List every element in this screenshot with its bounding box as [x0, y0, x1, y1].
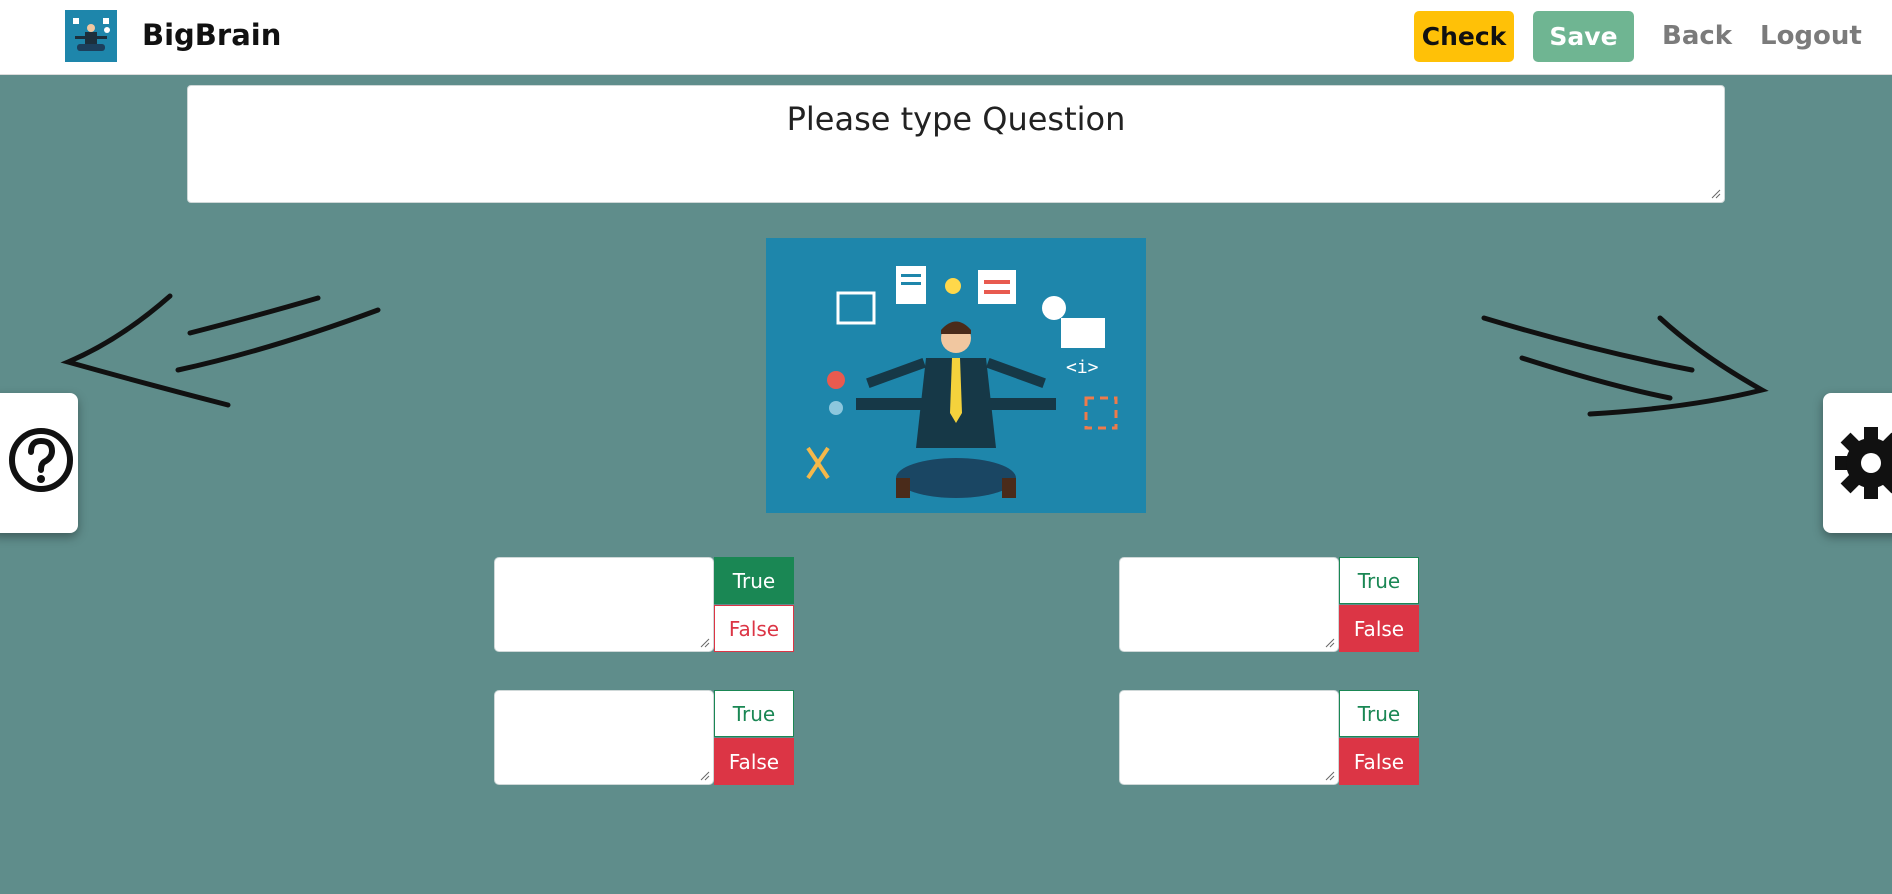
question-image: <i> — [766, 238, 1146, 513]
answer-2-true-button[interactable]: True — [1339, 557, 1419, 604]
settings-panel-button[interactable] — [1823, 393, 1892, 533]
brand-name[interactable]: BigBrain — [142, 15, 281, 55]
resize-grip-icon[interactable] — [700, 771, 710, 781]
answer-1-false-button[interactable]: False — [714, 605, 794, 652]
resize-grip-icon[interactable] — [700, 638, 710, 648]
back-link[interactable]: Back — [1662, 16, 1732, 56]
question-placeholder: Please type Question — [786, 100, 1126, 138]
resize-grip-icon[interactable] — [1325, 638, 1335, 648]
svg-text:<i>: <i> — [1066, 357, 1099, 378]
answer-4-false-button[interactable]: False — [1339, 738, 1419, 785]
help-panel-button[interactable] — [0, 393, 78, 533]
resize-grip-icon[interactable] — [1325, 771, 1335, 781]
answer-input-3[interactable] — [494, 690, 714, 785]
previous-question-arrow-icon[interactable] — [60, 290, 390, 420]
answer-3-true-button[interactable]: True — [714, 690, 794, 737]
resize-grip-icon[interactable] — [1711, 189, 1721, 199]
help-circle-icon — [9, 428, 73, 492]
next-question-arrow-icon[interactable] — [1480, 310, 1770, 425]
answer-input-2[interactable] — [1119, 557, 1339, 652]
answer-4-true-button[interactable]: True — [1339, 690, 1419, 737]
navbar: BigBrain Check Save Back Logout — [0, 0, 1892, 75]
brand-logo[interactable] — [65, 10, 117, 62]
answer-2-false-button[interactable]: False — [1339, 605, 1419, 652]
question-input[interactable]: Please type Question — [187, 85, 1725, 203]
answer-1-true-button[interactable]: True — [714, 557, 794, 604]
answer-3-false-button[interactable]: False — [714, 738, 794, 785]
answer-input-4[interactable] — [1119, 690, 1339, 785]
answer-input-1[interactable] — [494, 557, 714, 652]
gear-icon — [1835, 427, 1892, 499]
check-button[interactable]: Check — [1414, 11, 1514, 62]
logout-link[interactable]: Logout — [1760, 16, 1862, 56]
save-button[interactable]: Save — [1533, 11, 1634, 62]
